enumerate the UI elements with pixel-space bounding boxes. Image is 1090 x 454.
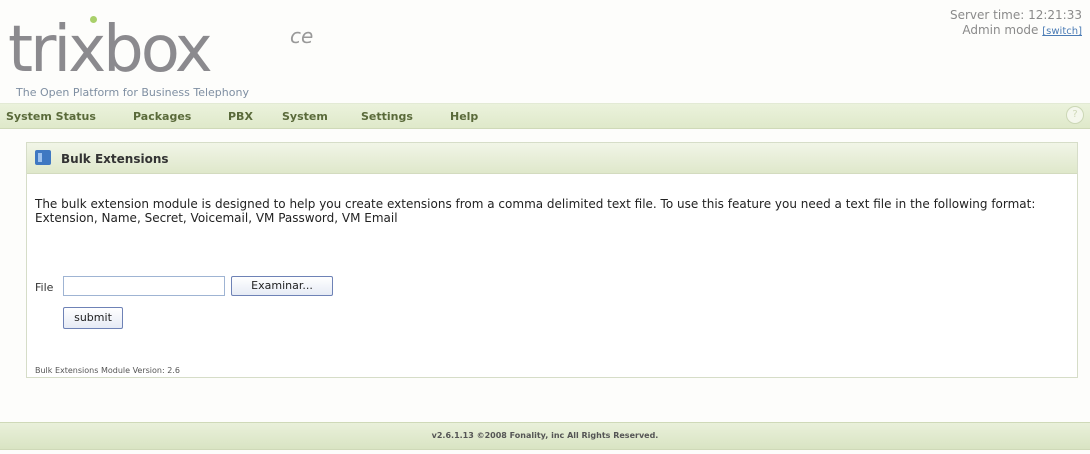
nav-system-status[interactable]: System Status: [6, 110, 96, 123]
panel-title: Bulk Extensions: [61, 152, 169, 166]
bulk-extensions-panel: Bulk Extensions The bulk extension modul…: [26, 142, 1078, 378]
nav-packages[interactable]: Packages: [133, 110, 191, 123]
description-text: The bulk extension module is designed to…: [35, 197, 1036, 211]
nav-settings[interactable]: Settings: [361, 110, 413, 123]
admin-mode: Admin mode: [962, 23, 1039, 37]
nav-system[interactable]: System: [282, 110, 328, 123]
footer: v2.6.1.13 ©2008 Fonality, inc All Rights…: [0, 422, 1090, 450]
tagline: The Open Platform for Business Telephony: [16, 86, 249, 99]
format-text: Extension, Name, Secret, Voicemail, VM P…: [35, 211, 398, 225]
module-version: Bulk Extensions Module Version: 2.6: [35, 366, 180, 375]
description-block: The bulk extension module is designed to…: [35, 197, 1071, 225]
logo-wordmark: trixbox: [8, 10, 213, 90]
logo-text: trixbox: [8, 13, 213, 87]
file-label: File: [35, 281, 54, 294]
nav-help[interactable]: Help: [450, 110, 478, 123]
trixbox-logo[interactable]: trixbox ce: [8, 10, 338, 90]
server-info: Server time: 12:21:33 Admin mode [switch…: [950, 8, 1082, 39]
logo-edition: ce: [290, 24, 314, 48]
help-icon[interactable]: ?: [1066, 106, 1084, 124]
module-icon: [35, 150, 51, 165]
browse-button[interactable]: Examinar...: [231, 276, 333, 296]
server-time: Server time: 12:21:33: [949, 8, 1082, 22]
submit-button[interactable]: submit: [63, 307, 123, 329]
panel-header: Bulk Extensions: [27, 143, 1077, 174]
nav-pbx[interactable]: PBX: [228, 110, 253, 123]
footer-copyright: v2.6.1.13 ©2008 Fonality, inc All Rights…: [431, 431, 659, 440]
file-input[interactable]: [63, 276, 225, 296]
main-nav: System Status Packages PBX System Settin…: [0, 103, 1090, 129]
switch-link[interactable]: [switch]: [1042, 26, 1082, 37]
admin-mode-line: Admin mode [switch]: [950, 23, 1082, 39]
header: trixbox ce The Open Platform for Busines…: [0, 0, 1090, 103]
